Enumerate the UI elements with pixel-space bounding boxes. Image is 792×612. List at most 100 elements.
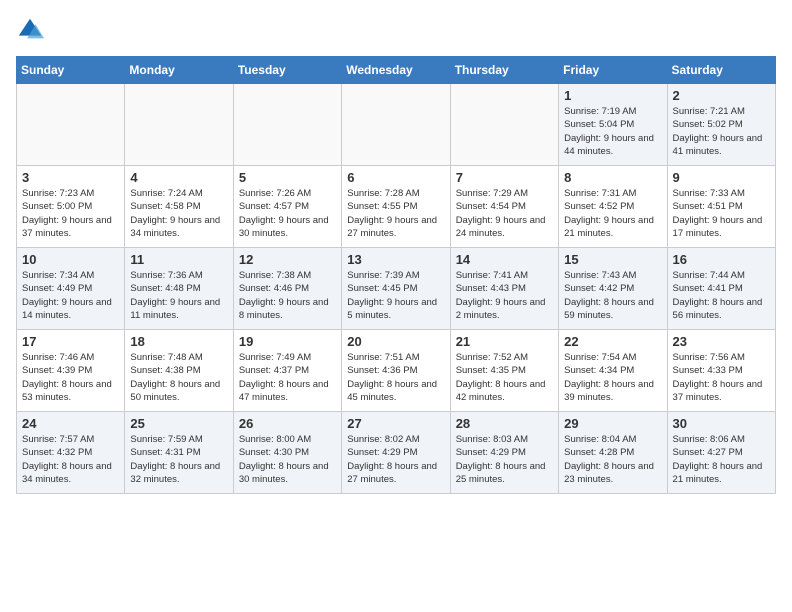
calendar-cell: 30 Sunrise: 8:06 AM Sunset: 4:27 PM Dayli… bbox=[667, 412, 775, 494]
calendar-cell: 14 Sunrise: 7:41 AM Sunset: 4:43 PM Dayli… bbox=[450, 248, 558, 330]
calendar-cell: 10 Sunrise: 7:34 AM Sunset: 4:49 PM Dayli… bbox=[17, 248, 125, 330]
calendar-cell: 13Sunrise: 7:39 AM Sunset: 4:45 PM Dayli… bbox=[342, 248, 450, 330]
calendar-cell: 12 Sunrise: 7:38 AM Sunset: 4:46 PM Dayli… bbox=[233, 248, 341, 330]
calendar-cell: 3Sunrise: 7:23 AM Sunset: 5:00 PM Daylig… bbox=[17, 166, 125, 248]
calendar-cell: 20 Sunrise: 7:51 AM Sunset: 4:36 PM Dayli… bbox=[342, 330, 450, 412]
calendar-cell: 18 Sunrise: 7:48 AM Sunset: 4:38 PM Dayli… bbox=[125, 330, 233, 412]
day-number: 9 bbox=[673, 170, 770, 185]
calendar-cell: 23 Sunrise: 7:56 AM Sunset: 4:33 PM Dayli… bbox=[667, 330, 775, 412]
day-info: Sunrise: 7:28 AM Sunset: 4:55 PM Dayligh… bbox=[347, 187, 444, 240]
logo-icon bbox=[16, 16, 44, 44]
weekday-header-saturday: Saturday bbox=[667, 57, 775, 84]
day-info: Sunrise: 7:41 AM Sunset: 4:43 PM Dayligh… bbox=[456, 269, 553, 322]
day-number: 2 bbox=[673, 88, 770, 103]
calendar-cell bbox=[342, 84, 450, 166]
weekday-header-thursday: Thursday bbox=[450, 57, 558, 84]
day-number: 8 bbox=[564, 170, 661, 185]
day-number: 7 bbox=[456, 170, 553, 185]
calendar-cell: 11 Sunrise: 7:36 AM Sunset: 4:48 PM Dayli… bbox=[125, 248, 233, 330]
day-number: 30 bbox=[673, 416, 770, 431]
calendar-cell: 6 Sunrise: 7:28 AM Sunset: 4:55 PM Daylig… bbox=[342, 166, 450, 248]
day-info: Sunrise: 7:29 AM Sunset: 4:54 PM Dayligh… bbox=[456, 187, 553, 240]
weekday-header-sunday: Sunday bbox=[17, 57, 125, 84]
weekday-header-friday: Friday bbox=[559, 57, 667, 84]
calendar-cell: 19Sunrise: 7:49 AM Sunset: 4:37 PM Dayli… bbox=[233, 330, 341, 412]
day-info: Sunrise: 7:56 AM Sunset: 4:33 PM Dayligh… bbox=[673, 351, 770, 404]
day-number: 24 bbox=[22, 416, 119, 431]
calendar-cell: 22Sunrise: 7:54 AM Sunset: 4:34 PM Dayli… bbox=[559, 330, 667, 412]
day-info: Sunrise: 7:59 AM Sunset: 4:31 PM Dayligh… bbox=[130, 433, 227, 486]
day-number: 25 bbox=[130, 416, 227, 431]
day-info: Sunrise: 7:46 AM Sunset: 4:39 PM Dayligh… bbox=[22, 351, 119, 404]
calendar-cell bbox=[233, 84, 341, 166]
day-info: Sunrise: 7:49 AM Sunset: 4:37 PM Dayligh… bbox=[239, 351, 336, 404]
day-number: 23 bbox=[673, 334, 770, 349]
day-info: Sunrise: 7:38 AM Sunset: 4:46 PM Dayligh… bbox=[239, 269, 336, 322]
day-number: 6 bbox=[347, 170, 444, 185]
day-info: Sunrise: 7:21 AM Sunset: 5:02 PM Dayligh… bbox=[673, 105, 770, 158]
weekday-header-row: SundayMondayTuesdayWednesdayThursdayFrid… bbox=[17, 57, 776, 84]
day-number: 17 bbox=[22, 334, 119, 349]
day-number: 18 bbox=[130, 334, 227, 349]
day-info: Sunrise: 8:06 AM Sunset: 4:27 PM Dayligh… bbox=[673, 433, 770, 486]
calendar-cell bbox=[17, 84, 125, 166]
weekday-header-tuesday: Tuesday bbox=[233, 57, 341, 84]
day-number: 29 bbox=[564, 416, 661, 431]
logo bbox=[16, 16, 48, 44]
day-number: 11 bbox=[130, 252, 227, 267]
calendar-cell: 7 Sunrise: 7:29 AM Sunset: 4:54 PM Daylig… bbox=[450, 166, 558, 248]
day-info: Sunrise: 8:04 AM Sunset: 4:28 PM Dayligh… bbox=[564, 433, 661, 486]
day-info: Sunrise: 7:51 AM Sunset: 4:36 PM Dayligh… bbox=[347, 351, 444, 404]
calendar-cell: 16 Sunrise: 7:44 AM Sunset: 4:41 PM Dayli… bbox=[667, 248, 775, 330]
day-number: 16 bbox=[673, 252, 770, 267]
day-number: 4 bbox=[130, 170, 227, 185]
day-info: Sunrise: 7:19 AM Sunset: 5:04 PM Dayligh… bbox=[564, 105, 661, 158]
calendar-week-2: 3Sunrise: 7:23 AM Sunset: 5:00 PM Daylig… bbox=[17, 166, 776, 248]
day-info: Sunrise: 7:44 AM Sunset: 4:41 PM Dayligh… bbox=[673, 269, 770, 322]
day-info: Sunrise: 7:24 AM Sunset: 4:58 PM Dayligh… bbox=[130, 187, 227, 240]
weekday-header-monday: Monday bbox=[125, 57, 233, 84]
day-number: 26 bbox=[239, 416, 336, 431]
calendar-cell: 17 Sunrise: 7:46 AM Sunset: 4:39 PM Dayli… bbox=[17, 330, 125, 412]
day-info: Sunrise: 7:34 AM Sunset: 4:49 PM Dayligh… bbox=[22, 269, 119, 322]
day-info: Sunrise: 7:23 AM Sunset: 5:00 PM Dayligh… bbox=[22, 187, 119, 240]
day-number: 28 bbox=[456, 416, 553, 431]
day-number: 22 bbox=[564, 334, 661, 349]
day-number: 15 bbox=[564, 252, 661, 267]
calendar-cell: 27 Sunrise: 8:02 AM Sunset: 4:29 PM Dayli… bbox=[342, 412, 450, 494]
calendar-week-4: 17 Sunrise: 7:46 AM Sunset: 4:39 PM Dayli… bbox=[17, 330, 776, 412]
day-number: 20 bbox=[347, 334, 444, 349]
calendar-cell: 25 Sunrise: 7:59 AM Sunset: 4:31 PM Dayli… bbox=[125, 412, 233, 494]
day-number: 10 bbox=[22, 252, 119, 267]
day-number: 12 bbox=[239, 252, 336, 267]
day-info: Sunrise: 8:02 AM Sunset: 4:29 PM Dayligh… bbox=[347, 433, 444, 486]
day-number: 5 bbox=[239, 170, 336, 185]
day-info: Sunrise: 7:43 AM Sunset: 4:42 PM Dayligh… bbox=[564, 269, 661, 322]
day-info: Sunrise: 7:26 AM Sunset: 4:57 PM Dayligh… bbox=[239, 187, 336, 240]
calendar-cell: 29 Sunrise: 8:04 AM Sunset: 4:28 PM Dayli… bbox=[559, 412, 667, 494]
calendar-cell: 28 Sunrise: 8:03 AM Sunset: 4:29 PM Dayli… bbox=[450, 412, 558, 494]
day-number: 27 bbox=[347, 416, 444, 431]
calendar-week-1: 1 Sunrise: 7:19 AM Sunset: 5:04 PM Daylig… bbox=[17, 84, 776, 166]
day-number: 21 bbox=[456, 334, 553, 349]
calendar-table: SundayMondayTuesdayWednesdayThursdayFrid… bbox=[16, 56, 776, 494]
calendar-cell: 8 Sunrise: 7:31 AM Sunset: 4:52 PM Daylig… bbox=[559, 166, 667, 248]
day-info: Sunrise: 7:52 AM Sunset: 4:35 PM Dayligh… bbox=[456, 351, 553, 404]
calendar-cell: 15 Sunrise: 7:43 AM Sunset: 4:42 PM Dayli… bbox=[559, 248, 667, 330]
day-info: Sunrise: 7:48 AM Sunset: 4:38 PM Dayligh… bbox=[130, 351, 227, 404]
day-info: Sunrise: 7:31 AM Sunset: 4:52 PM Dayligh… bbox=[564, 187, 661, 240]
day-number: 13 bbox=[347, 252, 444, 267]
calendar-cell bbox=[450, 84, 558, 166]
day-number: 14 bbox=[456, 252, 553, 267]
weekday-header-wednesday: Wednesday bbox=[342, 57, 450, 84]
day-info: Sunrise: 7:36 AM Sunset: 4:48 PM Dayligh… bbox=[130, 269, 227, 322]
calendar-cell: 1 Sunrise: 7:19 AM Sunset: 5:04 PM Daylig… bbox=[559, 84, 667, 166]
calendar-cell: 4 Sunrise: 7:24 AM Sunset: 4:58 PM Daylig… bbox=[125, 166, 233, 248]
day-info: Sunrise: 8:00 AM Sunset: 4:30 PM Dayligh… bbox=[239, 433, 336, 486]
calendar-cell: 26 Sunrise: 8:00 AM Sunset: 4:30 PM Dayli… bbox=[233, 412, 341, 494]
day-number: 1 bbox=[564, 88, 661, 103]
calendar-week-5: 24Sunrise: 7:57 AM Sunset: 4:32 PM Dayli… bbox=[17, 412, 776, 494]
calendar-cell: 24Sunrise: 7:57 AM Sunset: 4:32 PM Dayli… bbox=[17, 412, 125, 494]
day-info: Sunrise: 8:03 AM Sunset: 4:29 PM Dayligh… bbox=[456, 433, 553, 486]
calendar-cell: 9Sunrise: 7:33 AM Sunset: 4:51 PM Daylig… bbox=[667, 166, 775, 248]
